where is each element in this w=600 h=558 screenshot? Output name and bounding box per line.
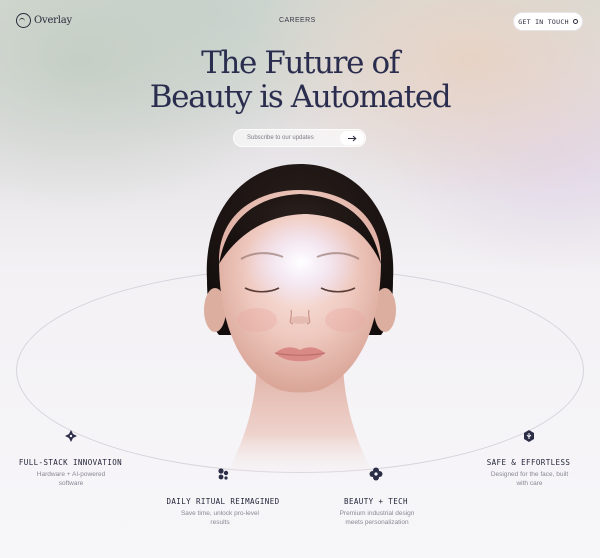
shield-leaf-icon xyxy=(524,430,534,442)
feature-title: BEAUTY + TECH xyxy=(344,497,408,506)
sparkle-cross-icon xyxy=(65,430,77,442)
feature-title: DAILY RITUAL REIMAGINED xyxy=(166,497,280,506)
feature-description: Save time, unlock pro-level results xyxy=(180,510,260,526)
flower-icon xyxy=(369,467,383,481)
features-section: FULL-STACK INNOVATION Hardware + AI-powe… xyxy=(0,0,600,558)
feature-title: SAFE & EFFORTLESS xyxy=(486,458,571,467)
feature-description: Premium industrial design meets personal… xyxy=(339,510,415,526)
dots-cluster-icon xyxy=(218,468,229,480)
feature-title: FULL-STACK INNOVATION xyxy=(18,458,123,467)
feature-description: Hardware + AI-powered software xyxy=(36,471,106,487)
feature-description: Designed for the face, built with care xyxy=(490,471,569,487)
